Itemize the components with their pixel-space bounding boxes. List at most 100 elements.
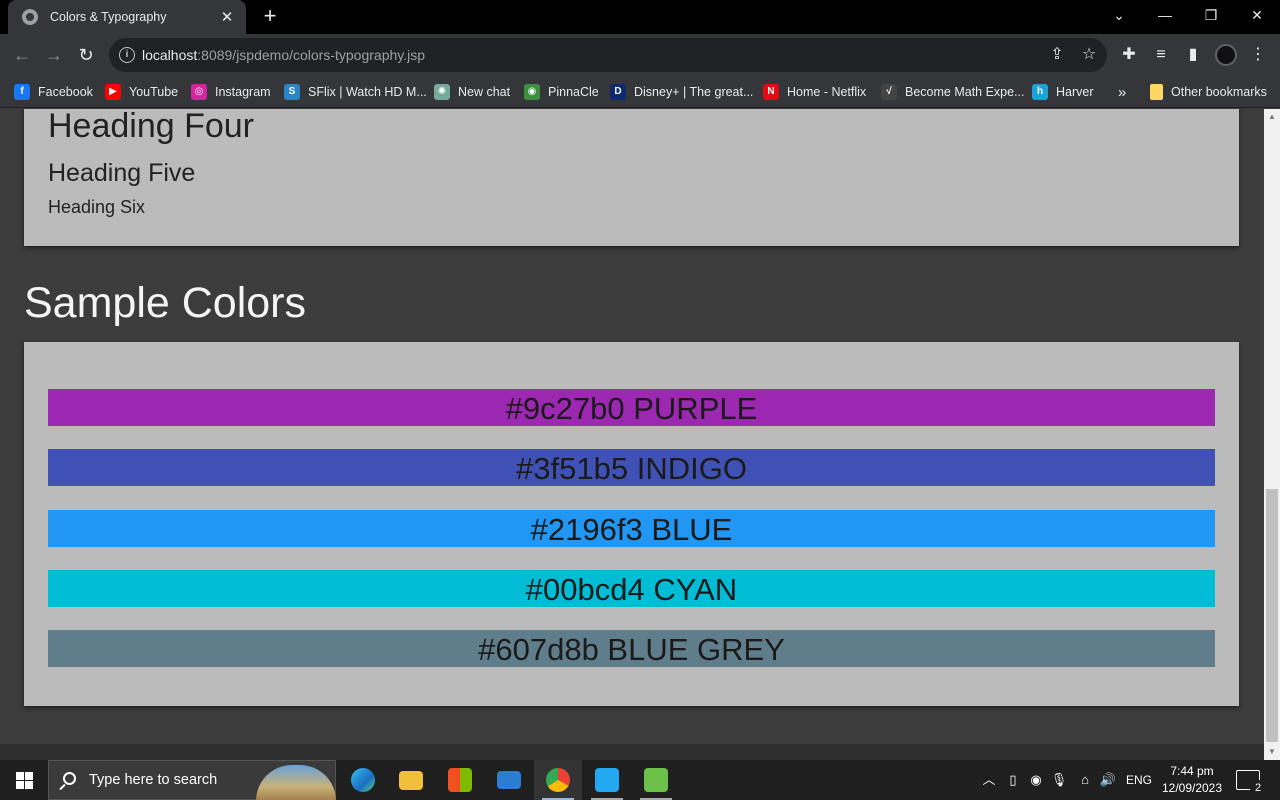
sample-colors-title: Sample Colors	[24, 279, 306, 327]
search-highlight-illustration	[256, 765, 336, 800]
search-icon	[63, 772, 76, 785]
clock[interactable]: 7:44 pm 12/09/2023	[1156, 763, 1228, 797]
sflix-icon: S	[284, 84, 300, 100]
netflix-icon: N	[763, 84, 779, 100]
reload-button[interactable]: ↻	[73, 42, 99, 68]
edge-icon	[351, 768, 375, 792]
taskbar-search-box[interactable]: Type here to search	[48, 760, 336, 800]
instagram-icon: ◎	[191, 84, 207, 100]
forward-button[interactable]: →	[41, 42, 67, 68]
microphone-icon[interactable]: 🎙	[1050, 760, 1068, 800]
vertical-scrollbar[interactable]: ▲ ▼	[1264, 109, 1280, 760]
bookmark-label: Home - Netflix	[787, 85, 867, 99]
bookmark-youtube[interactable]: ▶ YouTube	[105, 82, 178, 102]
address-url[interactable]: localhost:8089/jspdemo/colors-typography…	[142, 47, 425, 63]
address-bar[interactable]: i localhost:8089/jspdemo/colors-typograp…	[109, 38, 1107, 72]
taskbar-mail[interactable]	[485, 760, 533, 800]
chrome-icon	[546, 768, 570, 792]
globe-icon	[22, 9, 38, 25]
menu-icon[interactable]: ⋮	[1247, 44, 1269, 66]
new-tab-button[interactable]: +	[258, 4, 282, 28]
windows-taskbar: Type here to search ︿ ▯ ◉ 🎙 ⌂ 🔊 ENG 7:44…	[0, 760, 1280, 800]
bookmark-facebook[interactable]: f Facebook	[14, 82, 93, 102]
heading-five: Heading Five	[48, 159, 196, 187]
taskbar-android-studio[interactable]	[632, 760, 680, 800]
bookmark-label: Facebook	[38, 85, 93, 99]
scrollbar-thumb[interactable]	[1266, 489, 1278, 742]
store-icon	[448, 768, 472, 792]
browser-toolbar: ← → ↻ i localhost:8089/jspdemo/colors-ty…	[0, 34, 1280, 76]
disney-icon: D	[610, 84, 626, 100]
taskbar-file-explorer[interactable]	[387, 760, 435, 800]
taskbar-vscode[interactable]	[583, 760, 631, 800]
bookmark-sflix[interactable]: S SFlix | Watch HD M...	[284, 82, 427, 102]
swatch-purple: #9c27b0 PURPLE	[48, 389, 1215, 426]
bookmark-pinnacle[interactable]: ◉ PinnaCle	[524, 82, 599, 102]
bookmark-math-expert[interactable]: √ Become Math Expe...	[881, 82, 1025, 102]
bookmark-disney[interactable]: D Disney+ | The great...	[610, 82, 753, 102]
restore-button[interactable]: ❐	[1188, 0, 1234, 34]
swatch-blue-grey: #607d8b BLUE GREY	[48, 630, 1215, 667]
tab-search-button[interactable]: ⌄	[1096, 0, 1142, 34]
clock-time: 7:44 pm	[1170, 764, 1214, 778]
back-button[interactable]: ←	[9, 42, 35, 68]
tab-close-button[interactable]: ✕	[218, 8, 236, 26]
heading-four: Heading Four	[48, 109, 255, 145]
extensions-icon[interactable]: ✚	[1118, 44, 1140, 66]
profile-avatar[interactable]	[1215, 44, 1237, 66]
tab-title: Colors & Typography	[50, 10, 167, 24]
page-bottom-strip	[0, 744, 1264, 760]
other-bookmarks-label: Other bookmarks	[1171, 85, 1267, 99]
start-button[interactable]	[0, 760, 48, 800]
close-window-button[interactable]: ✕	[1234, 0, 1280, 34]
search-placeholder: Type here to search	[89, 772, 218, 788]
bookmark-netflix[interactable]: N Home - Netflix	[763, 82, 866, 102]
site-info-icon[interactable]: i	[119, 47, 135, 63]
bookmark-label: SFlix | Watch HD M...	[308, 85, 427, 99]
other-bookmarks[interactable]: Other bookmarks	[1150, 82, 1267, 102]
taskbar-chrome[interactable]	[534, 760, 582, 800]
tab-colors-typography[interactable]: Colors & Typography ✕	[8, 0, 246, 34]
language-indicator[interactable]: ENG	[1124, 760, 1154, 800]
side-panel-icon[interactable]: ▮	[1182, 44, 1204, 66]
bookmarks-overflow-button[interactable]: »	[1118, 82, 1126, 102]
bookmark-instagram[interactable]: ◎ Instagram	[191, 82, 271, 102]
scroll-up-arrow-icon[interactable]: ▲	[1264, 109, 1280, 125]
volume-icon[interactable]: 🔊	[1098, 760, 1118, 800]
network-icon[interactable]: ⌂	[1074, 760, 1096, 800]
bookmark-label: Instagram	[215, 85, 271, 99]
chatgpt-icon: ✺	[434, 84, 450, 100]
colors-card: #9c27b0 PURPLE #3f51b5 INDIGO #2196f3 BL…	[24, 342, 1239, 706]
share-icon[interactable]: ⇪	[1046, 44, 1068, 66]
pinnacle-icon: ◉	[524, 84, 540, 100]
notification-count-badge: 2	[1250, 780, 1266, 796]
bookmark-harver[interactable]: h Harver	[1032, 82, 1094, 102]
taskbar-edge[interactable]	[339, 760, 387, 800]
camera-icon[interactable]: ◉	[1026, 760, 1046, 800]
mail-icon	[497, 771, 521, 789]
device-icon[interactable]: ▯	[1004, 760, 1022, 800]
typography-card: Heading Four Heading Five Heading Six	[24, 109, 1239, 246]
facebook-icon: f	[14, 84, 30, 100]
minimize-button[interactable]: —	[1142, 0, 1188, 34]
windows-logo-icon	[16, 772, 24, 780]
vscode-icon	[595, 768, 619, 792]
bookmark-label: YouTube	[129, 85, 179, 99]
bookmark-new-chat[interactable]: ✺ New chat	[434, 82, 510, 102]
bookmarks-bar: f Facebook ▶ YouTube ◎ Instagram S SFlix | W…	[0, 76, 1280, 108]
taskbar-store[interactable]	[436, 760, 484, 800]
bookmark-label: New chat	[458, 85, 511, 99]
bookmark-label: Become Math Expe...	[905, 85, 1025, 99]
media-icon[interactable]: ≡	[1150, 44, 1172, 66]
bookmark-label: Harver	[1056, 85, 1094, 99]
page-viewport: Heading Four Heading Five Heading Six Sa…	[0, 109, 1264, 760]
android-icon	[644, 768, 668, 792]
math-icon: √	[881, 84, 897, 100]
show-hidden-icons-chevron-icon[interactable]: ︿	[979, 760, 999, 800]
heading-six: Heading Six	[48, 197, 146, 217]
folder-icon	[399, 771, 423, 790]
youtube-icon: ▶	[105, 84, 121, 100]
scroll-down-arrow-icon[interactable]: ▼	[1264, 744, 1280, 760]
url-host: localhost	[142, 47, 198, 63]
bookmark-star-icon[interactable]: ☆	[1078, 44, 1100, 66]
